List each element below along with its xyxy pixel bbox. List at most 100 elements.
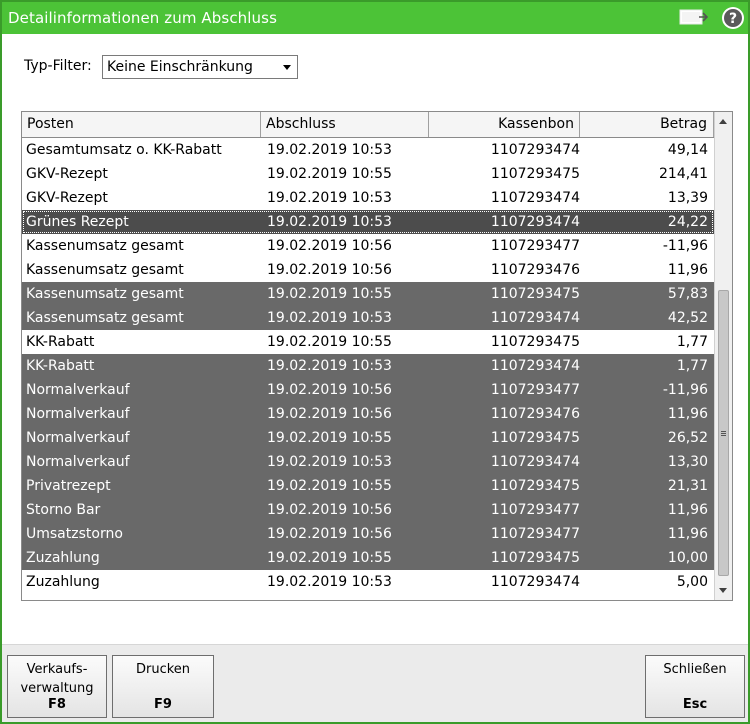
cell-kassenbon: 1107293475 [490,550,580,566]
cell-posten: Zuzahlung [26,550,100,566]
table-row[interactable]: Kassenumsatz gesamt 19.02.2019 10:53 11072… [22,306,714,330]
table-row[interactable]: Grünes Rezept 19.02.2019 10:53 1107293474 2… [22,210,714,234]
cell-abschluss: 19.02.2019 10:53 [267,574,392,590]
table-row[interactable]: Zuzahlung 19.02.2019 10:55 1107293475 10,00 [22,546,714,570]
table-row[interactable]: KK-Rabatt 19.02.2019 10:53 1107293474 1,77 [22,354,714,378]
cell-posten: Kassenumsatz gesamt [26,262,184,278]
window-title: Detailinformationen zum Abschluss [8,9,277,27]
cell-posten: KK-Rabatt [26,334,95,350]
type-filter-select[interactable]: Keine Einschränkung [102,55,298,79]
svg-text:?: ? [729,11,737,27]
table-row[interactable]: Normalverkauf 19.02.2019 10:56 1107293477 -… [22,378,714,402]
cell-betrag: 11,96 [667,502,708,518]
cell-betrag: 214,41 [659,166,708,182]
schliessen-button[interactable]: Schließen Esc [645,655,745,718]
table-row[interactable]: Privatrezept 19.02.2019 10:55 1107293475 21… [22,474,714,498]
cell-kassenbon: 1107293474 [490,214,580,230]
cell-kassenbon: 1107293475 [490,430,580,446]
cell-kassenbon: 1107293474 [490,358,580,374]
cell-abschluss: 19.02.2019 10:55 [267,430,392,446]
column-header-abschluss[interactable]: Abschluss [261,112,429,137]
cell-posten: Normalverkauf [26,382,130,398]
cell-kassenbon: 1107293475 [490,286,580,302]
screen-icon[interactable] [679,8,709,28]
cell-posten: Normalverkauf [26,454,130,470]
cell-betrag: 26,52 [667,430,708,446]
cell-betrag: -11,96 [662,238,708,254]
cell-abschluss: 19.02.2019 10:53 [267,358,392,374]
scroll-down-icon[interactable] [719,588,727,593]
vertical-scrollbar[interactable] [714,112,732,600]
button-label: Verkaufs- verwaltung [20,662,94,696]
cell-abschluss: 19.02.2019 10:56 [267,406,392,422]
cell-betrag: 1,77 [676,358,708,374]
column-header-kassenbon[interactable]: Kassenbon [429,112,580,137]
cell-betrag: 1,77 [676,334,708,350]
table-row[interactable]: Zuzahlung 19.02.2019 10:53 1107293474 5,00 [22,570,714,594]
cell-kassenbon: 1107293474 [490,454,580,470]
table-row[interactable]: Normalverkauf 19.02.2019 10:55 1107293475 2… [22,426,714,450]
table-row[interactable]: Umsatzstorno 19.02.2019 10:56 1107293477 11… [22,522,714,546]
column-header-posten[interactable]: Posten [22,112,261,137]
cell-abschluss: 19.02.2019 10:56 [267,238,392,254]
type-filter-value: Keine Einschränkung [107,59,253,75]
cell-abschluss: 19.02.2019 10:56 [267,382,392,398]
button-shortcut: Esc [682,697,708,712]
button-label: Drucken [135,662,191,677]
cell-betrag: 49,14 [667,142,708,158]
button-label: Schließen [663,662,727,677]
cell-posten: Zuzahlung [26,574,100,590]
cell-abschluss: 19.02.2019 10:55 [267,334,392,350]
cell-posten: Kassenumsatz gesamt [26,310,184,326]
scrollbar-thumb[interactable] [718,290,729,576]
details-table: Posten Abschluss Kassenbon Betrag Gesamt… [21,111,733,601]
table-row[interactable]: Storno Bar 19.02.2019 10:56 1107293477 11,9… [22,498,714,522]
dialog-window: Detailinformationen zum Abschluss ? Typ-… [0,0,750,724]
drucken-button[interactable]: Drucken F9 [112,655,214,718]
cell-abschluss: 19.02.2019 10:53 [267,310,392,326]
cell-abschluss: 19.02.2019 10:55 [267,478,392,494]
cell-posten: Grünes Rezept [26,214,129,230]
table-row[interactable]: Normalverkauf 19.02.2019 10:53 1107293474 1… [22,450,714,474]
cell-posten: Privatrezept [26,478,111,494]
cell-posten: Normalverkauf [26,430,130,446]
cell-betrag: 11,96 [667,262,708,278]
chevron-down-icon[interactable] [283,65,291,70]
button-shortcut: F8 [48,697,66,712]
cell-kassenbon: 1107293475 [490,166,580,182]
scroll-up-icon[interactable] [719,119,727,124]
table-row[interactable]: KK-Rabatt 19.02.2019 10:55 1107293475 1,77 [22,330,714,354]
cell-posten: KK-Rabatt [26,358,95,374]
table-row[interactable]: Kassenumsatz gesamt 19.02.2019 10:56 11072… [22,234,714,258]
table-row[interactable]: GKV-Rezept 19.02.2019 10:55 1107293475 214,… [22,162,714,186]
cell-betrag: 13,30 [667,454,708,470]
button-shortcut: F9 [154,697,172,712]
title-bar: Detailinformationen zum Abschluss ? [2,2,748,34]
type-filter-label: Typ-Filter: [24,58,92,74]
cell-betrag: 11,96 [667,406,708,422]
table-row[interactable]: Normalverkauf 19.02.2019 10:56 1107293476 1… [22,402,714,426]
cell-betrag: 42,52 [667,310,708,326]
column-header-betrag[interactable]: Betrag [580,112,714,137]
cell-abschluss: 19.02.2019 10:53 [267,190,392,206]
cell-kassenbon: 1107293474 [490,190,580,206]
cell-abschluss: 19.02.2019 10:56 [267,502,392,518]
table-row[interactable]: Kassenumsatz gesamt 19.02.2019 10:56 11072… [22,258,714,282]
cell-betrag: -11,96 [662,382,708,398]
cell-betrag: 21,31 [667,478,708,494]
verkaufsverwaltung-button[interactable]: Verkaufs- verwaltung F8 [7,655,107,718]
cell-posten: GKV-Rezept [26,166,108,182]
cell-kassenbon: 1107293476 [490,262,580,278]
cell-abschluss: 19.02.2019 10:53 [267,214,392,230]
table-row[interactable]: GKV-Rezept 19.02.2019 10:53 1107293474 13,3… [22,186,714,210]
table-header: Posten Abschluss Kassenbon Betrag [22,112,714,138]
cell-posten: Kassenumsatz gesamt [26,286,184,302]
table-row[interactable]: Gesamtumsatz o. KK-Rabatt 19.02.2019 10:5… [22,138,714,162]
table-row[interactable]: Kassenumsatz gesamt 19.02.2019 10:55 11072… [22,282,714,306]
help-icon[interactable]: ? [721,6,745,30]
cell-betrag: 24,22 [667,214,708,230]
cell-posten: Kassenumsatz gesamt [26,238,184,254]
cell-abschluss: 19.02.2019 10:56 [267,262,392,278]
cell-abschluss: 19.02.2019 10:55 [267,286,392,302]
cell-kassenbon: 1107293477 [490,526,580,542]
